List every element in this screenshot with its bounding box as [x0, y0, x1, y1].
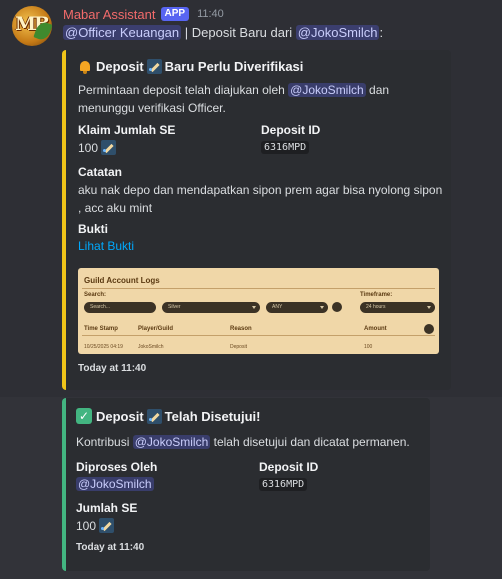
check-icon: ✓ — [76, 408, 92, 424]
deposit-verification-embed: Deposit Baru Perlu Diverifikasi Perminta… — [62, 50, 451, 390]
se-icon — [146, 408, 162, 424]
embed-title-pre: Deposit — [96, 408, 144, 424]
image-timeframe-select: 24 hours — [360, 302, 435, 313]
proof-link[interactable]: Lihat Bukti — [78, 239, 134, 253]
image-search-label: Search: — [84, 292, 107, 298]
row-amount: 100 — [364, 344, 373, 350]
row-time: 10/25/2025 04:19 — [84, 344, 123, 350]
se-icon — [146, 59, 162, 74]
row-player: JokoSmilch — [138, 344, 164, 350]
image-select1: Silver — [162, 302, 260, 313]
desc-mention[interactable]: @JokoSmilch — [288, 83, 366, 97]
caret-icon — [252, 306, 256, 309]
se-icon — [99, 518, 115, 533]
image-select2-text: ANY — [272, 304, 283, 310]
amount-value: 100 — [76, 518, 97, 533]
col-reason: Reason — [230, 326, 252, 332]
caret-icon — [320, 306, 324, 309]
content-end: : — [379, 25, 384, 40]
message-content: @Officer Keuangan | Deposit Baru dari @J… — [63, 25, 383, 40]
image-search-field: Search... — [84, 302, 156, 313]
embed-title: Deposit Baru Perlu Diverifikasi — [78, 59, 303, 74]
image-divider — [82, 288, 435, 289]
embed-footer: Today at 11:40 — [76, 542, 145, 553]
app-badge: APP — [160, 7, 190, 21]
deposit-approved-embed: ✓ Deposit Telah Disetujui! Kontribusi @J… — [62, 398, 430, 571]
field-amount-value: 100 — [76, 518, 117, 533]
embed-title-pre: Deposit — [96, 59, 144, 74]
deposit-id-code: 6316MPD — [259, 478, 308, 491]
claim-amount: 100 — [78, 140, 99, 155]
desc-post: telah disetujui dan dicatat permanen. — [213, 435, 410, 449]
role-mention[interactable]: @Officer Keuangan — [63, 25, 182, 40]
field-deposit-id-value: 6316MPD — [261, 141, 310, 154]
avatar[interactable]: MB — [12, 6, 52, 46]
field-claim-value: 100 — [78, 140, 119, 155]
image-timeframe-label: Timeframe: — [360, 292, 393, 298]
image-timeframe-text: 24 hours — [366, 304, 386, 310]
field-deposit-id-name: Deposit ID — [261, 123, 321, 137]
notes-line2: , acc aku mint — [78, 201, 153, 215]
col-player: Player/Guild — [138, 326, 174, 332]
embed-title: ✓ Deposit Telah Disetujui! — [76, 408, 261, 424]
embed-description: Permintaan deposit telah diajukan oleh @… — [78, 81, 438, 117]
desc-pre: Permintaan deposit telah diajukan oleh — [78, 83, 285, 97]
embed-description: Kontribusi @JokoSmilch telah disetujui d… — [76, 433, 426, 451]
se-icon — [101, 140, 117, 155]
deposit-id-code: 6316MPD — [261, 141, 310, 154]
image-title: Guild Account Logs — [84, 276, 160, 285]
image-select2: ANY — [266, 302, 328, 313]
embed-title-post: Baru Perlu Diverifikasi — [164, 59, 304, 74]
proof-image[interactable]: Guild Account Logs Search: Timeframe: Se… — [78, 268, 439, 354]
info-icon — [424, 324, 434, 334]
col-time: Time Stamp — [84, 326, 118, 332]
desc-pre: Kontribusi — [76, 435, 130, 449]
field-processed-by-name: Diproses Oleh — [76, 460, 158, 474]
image-select1-text: Silver — [168, 304, 181, 310]
embed-title-post: Telah Disetujui! — [164, 408, 261, 424]
embed-footer: Today at 11:40 — [78, 363, 147, 374]
message-header: Mabar Assistant APP 11:40 — [63, 6, 224, 22]
field-notes-value: aku nak depo dan mendapatkan sipon prem … — [78, 181, 448, 217]
field-deposit-id-value: 6316MPD — [259, 478, 308, 491]
col-amount: Amount — [364, 326, 387, 332]
desc-mention[interactable]: @JokoSmilch — [132, 435, 211, 449]
notes-line1: aku nak depo dan mendapatkan sipon prem … — [78, 183, 443, 197]
caret-icon — [427, 306, 431, 309]
field-deposit-id-name: Deposit ID — [259, 460, 319, 474]
desc-post: dan — [369, 83, 390, 97]
field-notes-name: Catatan — [78, 165, 123, 179]
bell-icon — [78, 60, 92, 74]
timestamp[interactable]: 11:40 — [197, 8, 224, 20]
desc-line2: menunggu verifikasi Officer. — [78, 101, 226, 115]
field-proof-name: Bukti — [78, 222, 108, 236]
field-claim-name: Klaim Jumlah SE — [78, 123, 176, 137]
field-amount-name: Jumlah SE — [76, 501, 138, 515]
image-table-divider — [82, 335, 435, 336]
field-processed-by-value: @JokoSmilch — [76, 477, 154, 491]
user-mention[interactable]: @JokoSmilch — [295, 25, 380, 40]
row-reason: Deposit — [230, 344, 247, 350]
username[interactable]: Mabar Assistant — [63, 7, 156, 22]
refresh-icon — [332, 302, 342, 312]
processed-by-mention[interactable]: @JokoSmilch — [76, 477, 154, 491]
content-text: | Deposit Baru dari — [181, 25, 296, 40]
